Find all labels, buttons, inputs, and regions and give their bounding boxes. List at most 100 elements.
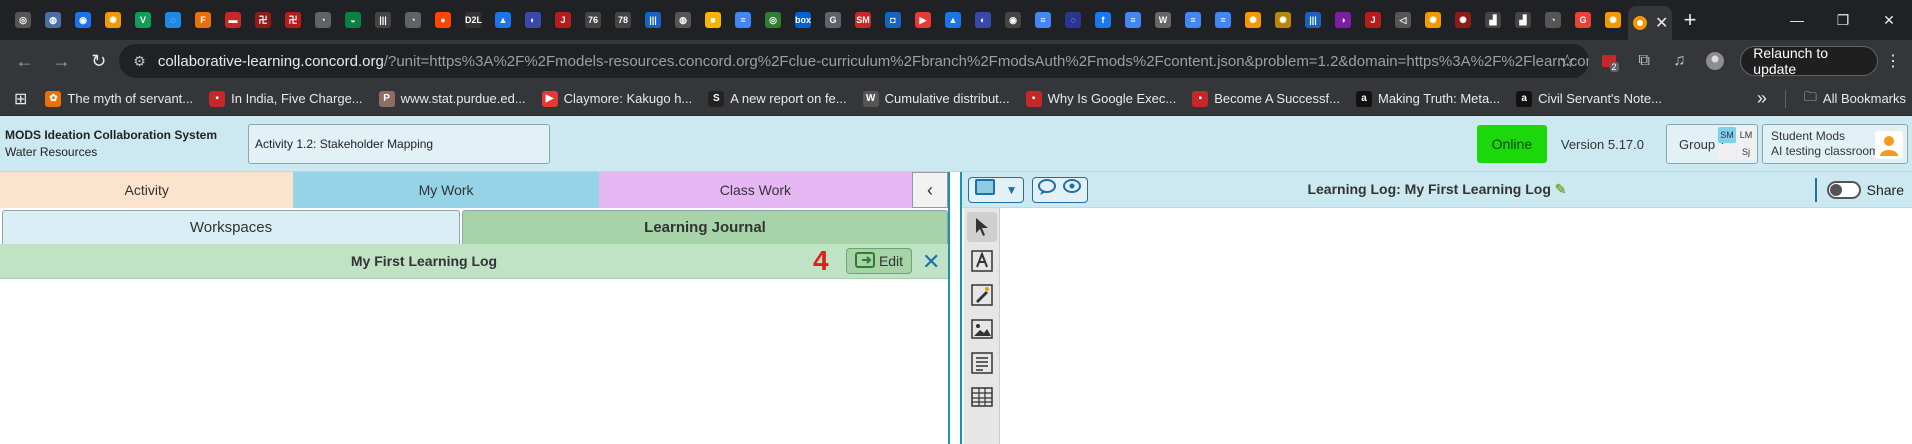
relaunch-button[interactable]: Relaunch to update: [1740, 45, 1878, 77]
minimize-icon[interactable]: —: [1774, 0, 1820, 40]
close-tab-icon[interactable]: ✕: [1655, 13, 1668, 33]
tab-favicon-icon[interactable]: |||: [1298, 0, 1328, 40]
tab-favicon-icon[interactable]: ✺: [1418, 0, 1448, 40]
share-toggle[interactable]: [1826, 180, 1861, 199]
tab-favicon-icon[interactable]: ◎: [8, 0, 38, 40]
tab-favicon-icon[interactable]: ◉: [68, 0, 98, 40]
bookmark-item[interactable]: ✿ The myth of servant...: [37, 86, 201, 112]
tab-favicon-icon[interactable]: G: [818, 0, 848, 40]
bookmark-item[interactable]: Pwww.stat.purdue.ed...: [371, 86, 534, 112]
active-tab[interactable]: ✕: [1628, 6, 1672, 40]
tab-favicon-icon[interactable]: ◘: [878, 0, 908, 40]
close-document-icon[interactable]: ✕: [922, 249, 940, 275]
all-bookmarks-folder[interactable]: 🗀 All Bookmarks: [1804, 88, 1906, 110]
bookmark-item[interactable]: ▪ Why Is Google Exec...: [1018, 86, 1185, 112]
tab-favicon-icon[interactable]: V: [128, 0, 158, 40]
tab-favicon-icon[interactable]: ✺: [98, 0, 128, 40]
subtab-learning-journal[interactable]: Learning Journal: [462, 210, 948, 244]
tab-favicon-icon[interactable]: ▲: [938, 0, 968, 40]
tab-favicon-icon[interactable]: f: [1088, 0, 1118, 40]
bookmark-item[interactable]: S A new report on fe...: [700, 86, 854, 112]
bookmark-item[interactable]: ▶ Claymore: Kakugo h...: [534, 86, 701, 112]
apps-grid-icon[interactable]: ⊞: [6, 86, 35, 112]
text-tool-icon[interactable]: [967, 246, 997, 276]
site-info-icon[interactable]: ⚙: [133, 53, 146, 70]
extension-icon[interactable]: 2: [1593, 45, 1624, 77]
tab-favicon-icon[interactable]: ✺: [1238, 0, 1268, 40]
tab-favicon-icon[interactable]: ◐: [968, 0, 998, 40]
tab-favicon-icon[interactable]: ◔: [1538, 0, 1568, 40]
collapse-panel-button[interactable]: ‹: [912, 172, 948, 208]
tab-class-work[interactable]: Class Work: [598, 172, 913, 208]
tab-favicon-icon[interactable]: ◌: [158, 0, 188, 40]
select-pointer-icon[interactable]: [966, 212, 997, 242]
tab-favicon-icon[interactable]: SM: [848, 0, 878, 40]
edit-button[interactable]: Edit: [846, 248, 912, 274]
tab-favicon-icon[interactable]: ■: [698, 0, 728, 40]
bookmark-item[interactable]: ▪ In India, Five Charge...: [201, 86, 371, 112]
tab-favicon-icon[interactable]: 卍: [278, 0, 308, 40]
tab-favicon-icon[interactable]: D2L: [458, 0, 488, 40]
tab-favicon-icon[interactable]: ◒: [338, 0, 368, 40]
back-arrow-icon[interactable]: ←: [8, 45, 41, 77]
browser-menu-icon[interactable]: ⋮: [1882, 51, 1904, 71]
bookmark-item[interactable]: a Civil Servant's Note...: [1508, 86, 1670, 112]
view-mode-selector[interactable]: ▼: [968, 176, 1024, 203]
tab-favicon-icon[interactable]: ▲: [488, 0, 518, 40]
close-window-icon[interactable]: ✕: [1866, 0, 1912, 40]
tab-favicon-icon[interactable]: W: [1148, 0, 1178, 40]
tab-favicon-icon[interactable]: ◐: [518, 0, 548, 40]
address-bar[interactable]: ⚙ collaborative-learning.concord.org/?un…: [119, 44, 1590, 78]
tab-favicon-icon[interactable]: ▬: [218, 0, 248, 40]
tab-favicon-icon[interactable]: ≡: [1178, 0, 1208, 40]
tab-favicon-icon[interactable]: 78: [608, 0, 638, 40]
tab-favicon-icon[interactable]: ✺: [1268, 0, 1298, 40]
tab-favicon-icon[interactable]: ≡: [728, 0, 758, 40]
tab-favicon-icon[interactable]: ▶: [908, 0, 938, 40]
profile-avatar-icon[interactable]: [1699, 45, 1730, 77]
drawing-tool-icon[interactable]: [967, 280, 997, 310]
tab-favicon-icon[interactable]: ✺: [1598, 0, 1628, 40]
tab-favicon-icon[interactable]: ◎: [758, 0, 788, 40]
tab-favicon-icon[interactable]: ▟: [1508, 0, 1538, 40]
tab-favicon-icon[interactable]: ≡: [1118, 0, 1148, 40]
tab-favicon-icon[interactable]: J: [548, 0, 578, 40]
restore-icon[interactable]: ❐: [1820, 0, 1866, 40]
tab-favicon-icon[interactable]: ◁: [1388, 0, 1418, 40]
more-bookmarks-icon[interactable]: »: [1757, 88, 1767, 109]
tab-favicon-icon[interactable]: 76: [578, 0, 608, 40]
forward-arrow-icon[interactable]: →: [45, 45, 78, 77]
tab-favicon-icon[interactable]: ◍: [668, 0, 698, 40]
new-tab-button[interactable]: +: [1672, 7, 1708, 33]
tab-favicon-icon[interactable]: ◔: [398, 0, 428, 40]
tab-favicon-icon[interactable]: box: [788, 0, 818, 40]
document-canvas[interactable]: [1000, 208, 1912, 444]
tab-favicon-icon[interactable]: 卍: [248, 0, 278, 40]
subtab-workspaces[interactable]: Workspaces: [2, 210, 460, 244]
tab-favicon-icon[interactable]: ◉: [998, 0, 1028, 40]
tab-favicon-icon[interactable]: ≡: [1208, 0, 1238, 40]
tab-favicon-icon[interactable]: ◍: [38, 0, 68, 40]
extensions-puzzle-icon[interactable]: ⧉: [1629, 45, 1660, 77]
tab-favicon-icon[interactable]: ✺: [1448, 0, 1478, 40]
tab-favicon-icon[interactable]: |||: [638, 0, 668, 40]
tab-favicon-icon[interactable]: F: [188, 0, 218, 40]
activity-selector[interactable]: Activity 1.2: Stakeholder Mapping: [248, 123, 550, 164]
tab-favicon-icon[interactable]: G: [1568, 0, 1598, 40]
media-control-icon[interactable]: ♫: [1664, 45, 1695, 77]
tab-favicon-icon[interactable]: |||: [368, 0, 398, 40]
bookmark-star-icon[interactable]: ☆: [1559, 51, 1575, 72]
bookmark-item[interactable]: ▪ Become A Successf...: [1184, 86, 1348, 112]
image-tool-icon[interactable]: [967, 314, 997, 344]
bookmark-item[interactable]: a Making Truth: Meta...: [1348, 86, 1508, 112]
tab-favicon-icon[interactable]: ◔: [308, 0, 338, 40]
tab-favicon-icon[interactable]: ●: [428, 0, 458, 40]
bookmark-item[interactable]: W Cumulative distribut...: [855, 86, 1018, 112]
tab-favicon-icon[interactable]: ◑: [1328, 0, 1358, 40]
table-tool-icon[interactable]: [967, 382, 997, 412]
tab-activity[interactable]: Activity: [0, 172, 294, 208]
user-info[interactable]: Student Mods AI testing classroom: [1762, 124, 1908, 164]
group-selector[interactable]: Group 1 SM LM Sj: [1666, 124, 1758, 164]
tab-favicon-icon[interactable]: J: [1358, 0, 1388, 40]
edit-title-pencil-icon[interactable]: ✎: [1555, 181, 1567, 197]
